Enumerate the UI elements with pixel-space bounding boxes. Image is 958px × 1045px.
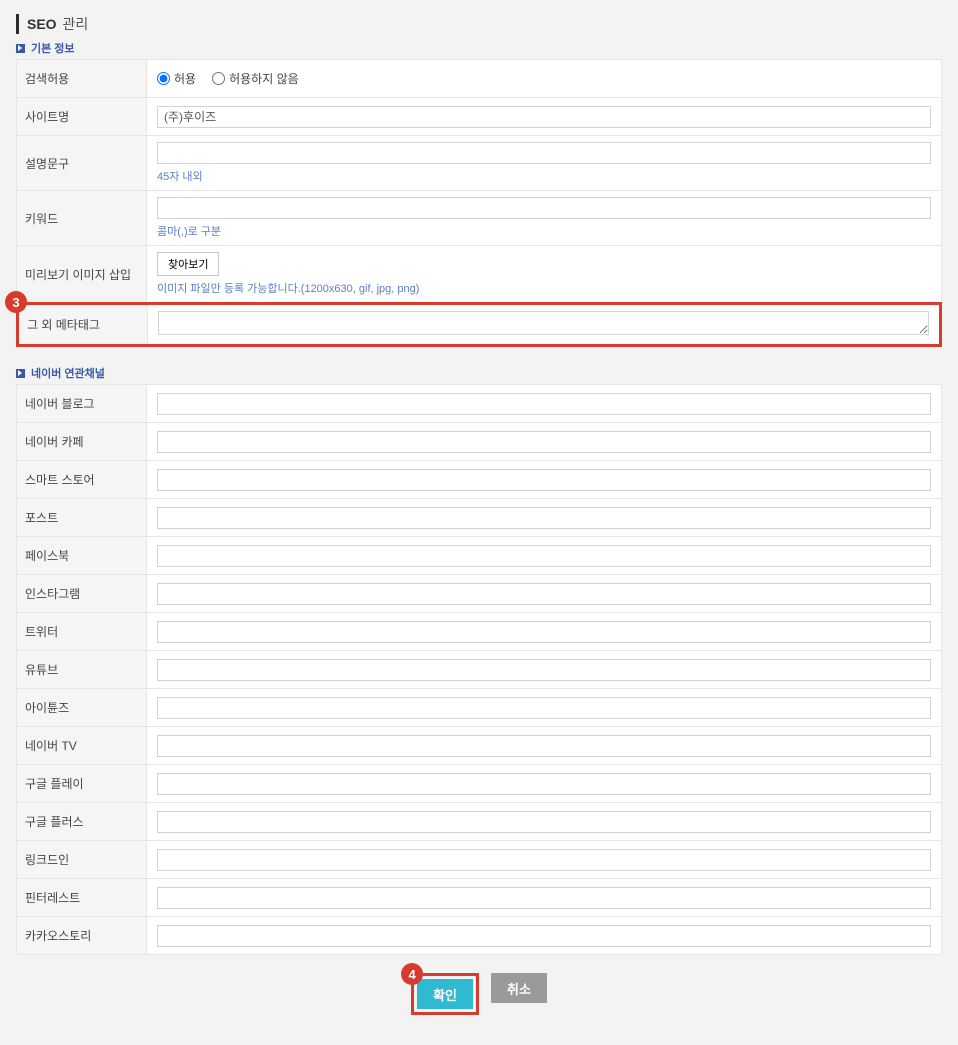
channel-input-linkedin[interactable] <box>157 849 931 871</box>
input-description[interactable] <box>157 142 931 164</box>
annotation-badge-3: 3 <box>5 291 27 313</box>
label-description: 설명문구 <box>17 136 147 191</box>
page-title-suffix: 관리 <box>62 16 88 32</box>
button-row: 4 확인 취소 <box>16 973 942 1015</box>
cancel-button[interactable]: 취소 <box>491 973 547 1003</box>
input-keywords[interactable] <box>157 197 931 219</box>
channel-row-naver_cafe: 네이버 카페 <box>17 423 942 461</box>
meta-tag-row-highlight: 그 외 메타태그 <box>16 302 942 347</box>
radio-allow[interactable] <box>157 72 170 85</box>
channel-label-instagram: 인스타그램 <box>17 575 147 613</box>
channel-input-google_plus[interactable] <box>157 811 931 833</box>
channel-label-itunes: 아이튠즈 <box>17 689 147 727</box>
channel-input-naver_tv[interactable] <box>157 735 931 757</box>
row-site-name: 사이트명 <box>17 98 942 136</box>
radio-allow-label[interactable]: 허용 <box>157 70 196 87</box>
radio-deny[interactable] <box>212 72 225 85</box>
channel-row-smart_store: 스마트 스토어 <box>17 461 942 499</box>
channel-row-post: 포스트 <box>17 499 942 537</box>
channel-input-naver_blog[interactable] <box>157 393 931 415</box>
channel-input-facebook[interactable] <box>157 545 931 567</box>
channel-label-naver_blog: 네이버 블로그 <box>17 385 147 423</box>
channel-row-naver_tv: 네이버 TV <box>17 727 942 765</box>
page-title-strong: SEO <box>27 16 57 32</box>
page-title: SEO 관리 <box>16 14 942 34</box>
confirm-button-highlight: 4 확인 <box>411 973 479 1015</box>
channel-row-naver_blog: 네이버 블로그 <box>17 385 942 423</box>
browse-button[interactable]: 찾아보기 <box>157 252 219 276</box>
section-title-basic: 기본 정보 <box>31 40 75 56</box>
channel-label-linkedin: 링크드인 <box>17 841 147 879</box>
basic-info-table: 검색허용 허용 허용하지 않음 사이트명 설명문구 45자 내외 키워드 <box>16 59 942 303</box>
row-meta-tag: 그 외 메타태그 <box>18 304 941 346</box>
row-description: 설명문구 45자 내외 <box>17 136 942 191</box>
channel-label-smart_store: 스마트 스토어 <box>17 461 147 499</box>
radio-deny-label[interactable]: 허용하지 않음 <box>212 70 299 87</box>
channel-label-naver_cafe: 네이버 카페 <box>17 423 147 461</box>
channel-label-naver_tv: 네이버 TV <box>17 727 147 765</box>
annotation-badge-4: 4 <box>401 963 423 985</box>
channel-input-twitter[interactable] <box>157 621 931 643</box>
input-site-name[interactable] <box>157 106 931 128</box>
section-header-channels: 네이버 연관채널 <box>16 365 942 381</box>
channel-row-google_play: 구글 플레이 <box>17 765 942 803</box>
section-title-channels: 네이버 연관채널 <box>31 365 105 381</box>
hint-preview-image: 이미지 파일만 등록 가능합니다.(1200x630, gif, jpg, pn… <box>157 280 931 296</box>
channel-row-itunes: 아이튠즈 <box>17 689 942 727</box>
label-search-allow: 검색허용 <box>17 60 147 98</box>
channel-input-google_play[interactable] <box>157 773 931 795</box>
row-search-allow: 검색허용 허용 허용하지 않음 <box>17 60 942 98</box>
channel-row-twitter: 트위터 <box>17 613 942 651</box>
channel-input-itunes[interactable] <box>157 697 931 719</box>
channels-table: 네이버 블로그네이버 카페스마트 스토어포스트페이스북인스타그램트위터유튜브아이… <box>16 384 942 955</box>
section-bullet-icon <box>16 44 25 53</box>
channel-input-youtube[interactable] <box>157 659 931 681</box>
channel-label-twitter: 트위터 <box>17 613 147 651</box>
hint-description: 45자 내외 <box>157 168 931 184</box>
label-meta-tag: 그 외 메타태그 <box>18 304 148 346</box>
channel-row-pinterest: 핀터레스트 <box>17 879 942 917</box>
channel-label-kakaostory: 카카오스토리 <box>17 917 147 955</box>
label-site-name: 사이트명 <box>17 98 147 136</box>
row-keywords: 키워드 콤마(,)로 구분 <box>17 191 942 246</box>
label-preview-image: 미리보기 이미지 삽입 <box>17 246 147 303</box>
label-keywords: 키워드 <box>17 191 147 246</box>
channel-label-google_play: 구글 플레이 <box>17 765 147 803</box>
section-bullet-icon <box>16 369 25 378</box>
channel-row-youtube: 유튜브 <box>17 651 942 689</box>
channel-label-google_plus: 구글 플러스 <box>17 803 147 841</box>
channel-label-facebook: 페이스북 <box>17 537 147 575</box>
channel-input-instagram[interactable] <box>157 583 931 605</box>
channel-input-kakaostory[interactable] <box>157 925 931 947</box>
channel-row-linkedin: 링크드인 <box>17 841 942 879</box>
channel-row-instagram: 인스타그램 <box>17 575 942 613</box>
channel-label-youtube: 유튜브 <box>17 651 147 689</box>
channel-input-smart_store[interactable] <box>157 469 931 491</box>
channel-input-naver_cafe[interactable] <box>157 431 931 453</box>
input-meta-tag[interactable] <box>158 311 929 335</box>
row-preview-image: 미리보기 이미지 삽입 찾아보기 이미지 파일만 등록 가능합니다.(1200x… <box>17 246 942 303</box>
channel-input-post[interactable] <box>157 507 931 529</box>
channel-row-facebook: 페이스북 <box>17 537 942 575</box>
channel-input-pinterest[interactable] <box>157 887 931 909</box>
confirm-button[interactable]: 확인 <box>417 979 473 1009</box>
channel-label-post: 포스트 <box>17 499 147 537</box>
hint-keywords: 콤마(,)로 구분 <box>157 223 931 239</box>
channel-row-kakaostory: 카카오스토리 <box>17 917 942 955</box>
section-header-basic: 기본 정보 <box>16 40 942 56</box>
channel-row-google_plus: 구글 플러스 <box>17 803 942 841</box>
channel-label-pinterest: 핀터레스트 <box>17 879 147 917</box>
